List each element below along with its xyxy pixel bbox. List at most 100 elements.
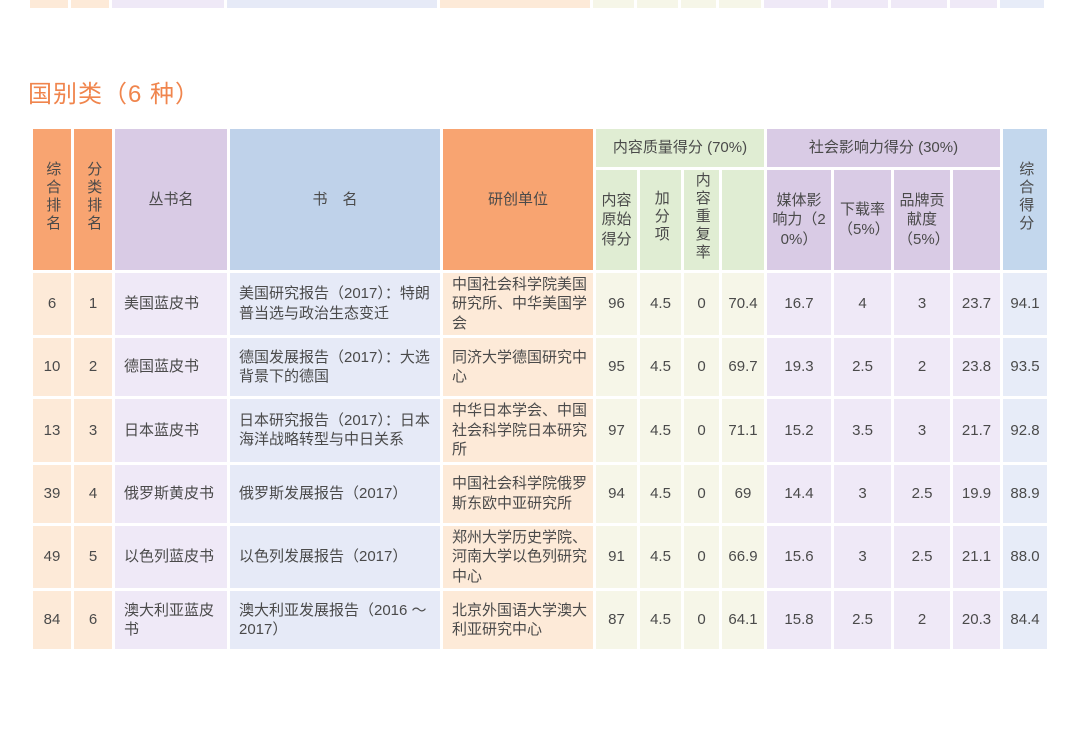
header-brand-contribution: 品牌贡献度（5%） [894, 170, 950, 270]
book-name-cell: 德国发展报告（2017）：大选背景下的德国 [230, 338, 440, 396]
content-duplication-rate-cell: 0 [684, 399, 719, 462]
series-name-cell: 美国蓝皮书 [115, 273, 227, 336]
total-score-cell: 88.0 [1003, 526, 1047, 589]
brand-contribution-cell: 3 [894, 399, 950, 462]
strip-cell [1000, 0, 1044, 8]
total-score-cell: 88.9 [1003, 465, 1047, 523]
category-rank-cell: 4 [74, 465, 112, 523]
overall-rank-cell: 39 [33, 465, 71, 523]
content-subtotal-cell: 64.1 [722, 591, 764, 649]
content-duplication-rate-cell: 0 [684, 338, 719, 396]
creator-cell: 北京外国语大学澳大利亚研究中心 [443, 591, 593, 649]
media-influence-cell: 19.3 [767, 338, 831, 396]
category-rank-cell: 1 [74, 273, 112, 336]
strip-cell [30, 0, 68, 8]
creator-cell: 同济大学德国研究中心 [443, 338, 593, 396]
header-total-score: 综合得分 [1003, 129, 1047, 270]
content-duplication-rate-cell: 0 [684, 526, 719, 589]
series-name-cell: 澳大利亚蓝皮书 [115, 591, 227, 649]
overall-rank-cell: 49 [33, 526, 71, 589]
content-subtotal-cell: 66.9 [722, 526, 764, 589]
strip-cell [891, 0, 947, 8]
series-name-cell: 俄罗斯黄皮书 [115, 465, 227, 523]
header-media-influence: 媒体影响力（20%） [767, 170, 831, 270]
bonus-points-cell: 4.5 [640, 273, 681, 336]
book-name-cell: 以色列发展报告（2017） [230, 526, 440, 589]
download-rate-cell: 4 [834, 273, 891, 336]
page-title: 国别类（6 种） [28, 74, 1080, 109]
series-name-cell: 德国蓝皮书 [115, 338, 227, 396]
total-score-cell: 94.1 [1003, 273, 1047, 336]
table-row: 49 5 以色列蓝皮书 以色列发展报告（2017） 郑州大学历史学院、河南大学以… [33, 526, 1047, 589]
bonus-points-cell: 4.5 [640, 526, 681, 589]
strip-cell [764, 0, 828, 8]
strip-cell [71, 0, 109, 8]
table-row: 10 2 德国蓝皮书 德国发展报告（2017）：大选背景下的德国 同济大学德国研… [33, 338, 1047, 396]
content-duplication-rate-cell: 0 [684, 273, 719, 336]
bonus-points-cell: 4.5 [640, 465, 681, 523]
content-original-score-cell: 97 [596, 399, 637, 462]
total-score-cell: 92.8 [1003, 399, 1047, 462]
total-score-cell: 93.5 [1003, 338, 1047, 396]
social-subtotal-cell: 20.3 [953, 591, 1000, 649]
overall-rank-cell: 84 [33, 591, 71, 649]
table-row: 13 3 日本蓝皮书 日本研究报告（2017）：日本海洋战略转型与中日关系 中华… [33, 399, 1047, 462]
header-category-rank: 分类排名 [74, 129, 112, 270]
strip-cell [831, 0, 888, 8]
social-subtotal-cell: 21.7 [953, 399, 1000, 462]
creator-cell: 郑州大学历史学院、河南大学以色列研究中心 [443, 526, 593, 589]
social-subtotal-cell: 23.8 [953, 338, 1000, 396]
book-name-cell: 澳大利亚发展报告（2016 ～ 2017） [230, 591, 440, 649]
header-content-duplication-rate: 内容重复率 [684, 170, 719, 270]
table-row: 39 4 俄罗斯黄皮书 俄罗斯发展报告（2017） 中国社会科学院俄罗斯东欧中亚… [33, 465, 1047, 523]
creator-cell: 中国社会科学院美国研究所、中华美国学会 [443, 273, 593, 336]
brand-contribution-cell: 2.5 [894, 526, 950, 589]
download-rate-cell: 3 [834, 465, 891, 523]
social-subtotal-cell: 21.1 [953, 526, 1000, 589]
book-name-cell: 日本研究报告（2017）：日本海洋战略转型与中日关系 [230, 399, 440, 462]
content-original-score-cell: 91 [596, 526, 637, 589]
content-duplication-rate-cell: 0 [684, 465, 719, 523]
media-influence-cell: 15.2 [767, 399, 831, 462]
content-subtotal-cell: 70.4 [722, 273, 764, 336]
strip-cell [950, 0, 997, 8]
creator-cell: 中国社会科学院俄罗斯东欧中亚研究所 [443, 465, 593, 523]
header-bonus-points: 加分项 [640, 170, 681, 270]
header-overall-rank: 综合排名 [33, 129, 71, 270]
previous-table-bottom-edge [30, 0, 1050, 8]
bonus-points-cell: 4.5 [640, 591, 681, 649]
strip-cell [112, 0, 224, 8]
strip-cell [637, 0, 678, 8]
header-creator: 研创单位 [443, 129, 593, 270]
social-subtotal-cell: 19.9 [953, 465, 1000, 523]
download-rate-cell: 2.5 [834, 591, 891, 649]
brand-contribution-cell: 2 [894, 338, 950, 396]
strip-cell [681, 0, 716, 8]
content-subtotal-cell: 71.1 [722, 399, 764, 462]
download-rate-cell: 3 [834, 526, 891, 589]
creator-cell: 中华日本学会、中国社会科学院日本研究所 [443, 399, 593, 462]
table-row: 84 6 澳大利亚蓝皮书 澳大利亚发展报告（2016 ～ 2017） 北京外国语… [33, 591, 1047, 649]
bonus-points-cell: 4.5 [640, 399, 681, 462]
header-book-name: 书 名 [230, 129, 440, 270]
download-rate-cell: 2.5 [834, 338, 891, 396]
overall-rank-cell: 10 [33, 338, 71, 396]
category-rank-cell: 5 [74, 526, 112, 589]
country-category-ranking-table: 综合排名 分类排名 丛书名 书 名 研创单位 内容质量得分 (70%) 社会影响… [30, 126, 1050, 652]
header-content-original-score: 内容原始得分 [596, 170, 637, 270]
header-social-impact-group: 社会影响力得分 (30%) [767, 129, 1000, 167]
strip-cell [593, 0, 634, 8]
download-rate-cell: 3.5 [834, 399, 891, 462]
book-name-cell: 俄罗斯发展报告（2017） [230, 465, 440, 523]
content-original-score-cell: 96 [596, 273, 637, 336]
social-subtotal-cell: 23.7 [953, 273, 1000, 336]
series-name-cell: 以色列蓝皮书 [115, 526, 227, 589]
category-rank-cell: 6 [74, 591, 112, 649]
brand-contribution-cell: 2 [894, 591, 950, 649]
content-subtotal-cell: 69 [722, 465, 764, 523]
strip-cell [227, 0, 437, 8]
media-influence-cell: 15.8 [767, 591, 831, 649]
media-influence-cell: 15.6 [767, 526, 831, 589]
header-series-name: 丛书名 [115, 129, 227, 270]
brand-contribution-cell: 2.5 [894, 465, 950, 523]
